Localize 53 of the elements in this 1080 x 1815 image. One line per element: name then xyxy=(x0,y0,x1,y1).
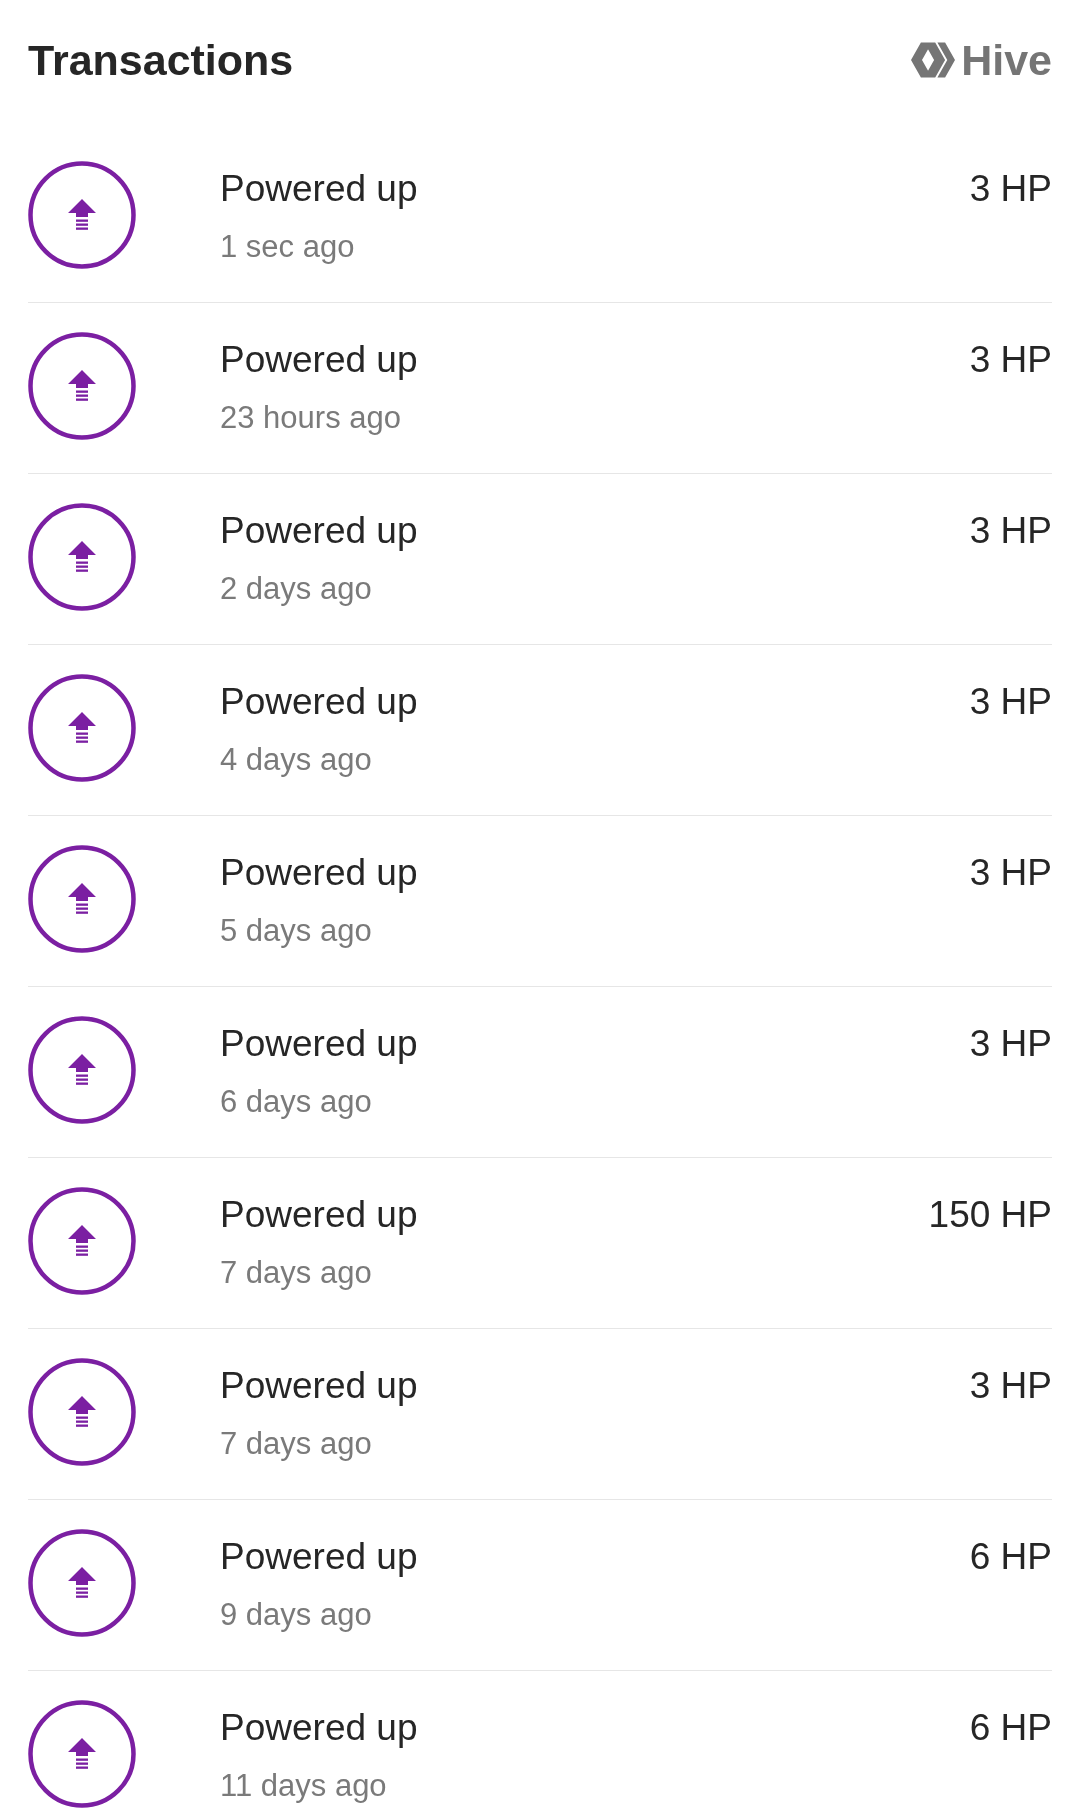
power-up-icon xyxy=(28,503,136,611)
power-up-icon xyxy=(28,161,136,269)
transaction-time: 7 days ago xyxy=(220,1425,373,1463)
transaction-time: 11 days ago xyxy=(220,1767,388,1805)
transaction-row[interactable]: Powered up 5 days ago 3 HP xyxy=(28,816,1052,987)
transaction-row[interactable]: Powered up 7 days ago 150 HP xyxy=(28,1158,1052,1329)
brand-name: Hive xyxy=(961,35,1052,86)
transaction-time: 4 days ago xyxy=(220,741,373,779)
power-up-icon xyxy=(28,674,136,782)
power-up-icon xyxy=(28,1016,136,1124)
transaction-title: Powered up xyxy=(220,509,419,553)
transaction-row[interactable]: Powered up 6 days ago 3 HP xyxy=(28,987,1052,1158)
transaction-row[interactable]: Powered up 23 hours ago 3 HP xyxy=(28,303,1052,474)
transaction-time: 23 hours ago xyxy=(220,399,402,437)
section-title: Transactions xyxy=(28,35,294,86)
transaction-row[interactable]: Powered up 4 days ago 3 HP xyxy=(28,645,1052,816)
power-up-icon xyxy=(28,1529,136,1637)
transaction-title: Powered up xyxy=(220,1535,419,1579)
transaction-amount: 3 HP xyxy=(969,167,1052,211)
transaction-amount: 3 HP xyxy=(969,1022,1052,1066)
transaction-time: 1 sec ago xyxy=(220,228,356,266)
transaction-title: Powered up xyxy=(220,167,419,211)
transaction-title: Powered up xyxy=(220,851,419,895)
transaction-title: Powered up xyxy=(220,680,419,724)
transaction-amount: 3 HP xyxy=(969,509,1052,553)
transaction-title: Powered up xyxy=(220,1364,419,1408)
transaction-title: Powered up xyxy=(220,338,419,382)
transaction-amount: 3 HP xyxy=(969,1364,1052,1408)
hive-logo-icon xyxy=(911,40,956,80)
transaction-time: 5 days ago xyxy=(220,912,373,950)
power-up-icon xyxy=(28,1700,136,1808)
transaction-amount: 6 HP xyxy=(969,1706,1052,1750)
transaction-row[interactable]: Powered up 2 days ago 3 HP xyxy=(28,474,1052,645)
transaction-time: 2 days ago xyxy=(220,570,373,608)
transaction-row[interactable]: Powered up 9 days ago 6 HP xyxy=(28,1500,1052,1671)
transaction-title: Powered up xyxy=(220,1022,419,1066)
transaction-amount: 3 HP xyxy=(969,338,1052,382)
transaction-amount: 3 HP xyxy=(969,680,1052,724)
transaction-amount: 6 HP xyxy=(969,1535,1052,1579)
power-up-icon xyxy=(28,332,136,440)
power-up-icon xyxy=(28,845,136,953)
transaction-amount: 150 HP xyxy=(928,1193,1052,1237)
transaction-time: 6 days ago xyxy=(220,1083,373,1121)
power-up-icon xyxy=(28,1358,136,1466)
transaction-row[interactable]: Powered up 7 days ago 3 HP xyxy=(28,1329,1052,1500)
transaction-amount: 3 HP xyxy=(969,851,1052,895)
transaction-title: Powered up xyxy=(220,1706,419,1750)
transaction-row[interactable]: Powered up 11 days ago 6 HP xyxy=(28,1671,1052,1815)
transaction-time: 7 days ago xyxy=(220,1254,373,1292)
transaction-title: Powered up xyxy=(220,1193,419,1237)
transaction-time: 9 days ago xyxy=(220,1596,373,1634)
transaction-row[interactable]: Powered up 1 sec ago 3 HP xyxy=(28,132,1052,303)
power-up-icon xyxy=(28,1187,136,1295)
